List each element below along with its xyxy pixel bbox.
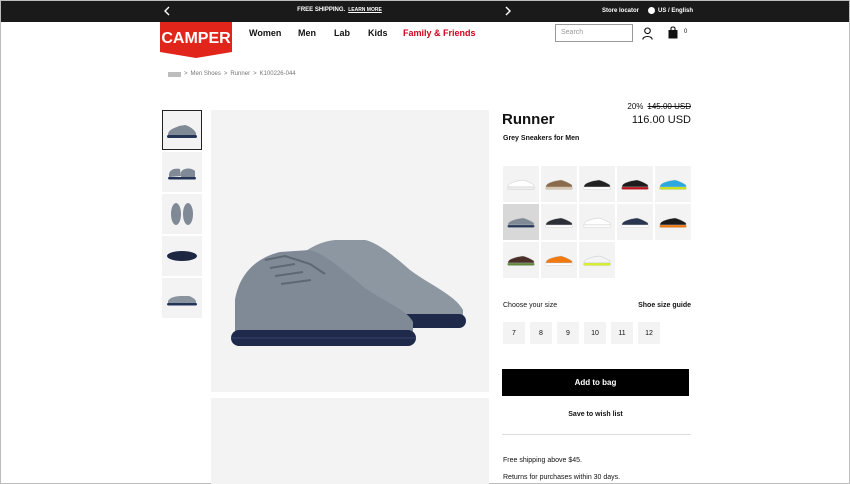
promo-message: FREE SHIPPING. LEARN MORE bbox=[231, 7, 448, 13]
language-selector[interactable]: US / English bbox=[648, 7, 693, 14]
color-swatch[interactable] bbox=[655, 204, 691, 240]
color-swatch[interactable] bbox=[655, 166, 691, 202]
thumbnail-3[interactable] bbox=[162, 194, 202, 234]
breadcrumb-men-shoes[interactable]: Men Shoes bbox=[191, 71, 221, 77]
shipping-info: Free shipping above $45. bbox=[503, 457, 582, 464]
logo-text: CAMPER bbox=[161, 30, 231, 47]
shoe-icon bbox=[507, 217, 535, 228]
shopping-bag-icon[interactable] bbox=[668, 26, 678, 39]
shoe-icon bbox=[583, 217, 611, 228]
breadcrumb-runner[interactable]: Runner bbox=[230, 71, 250, 77]
size-option-9[interactable]: 9 bbox=[557, 322, 579, 344]
breadcrumb-separator: > bbox=[253, 71, 257, 77]
add-to-bag-button[interactable]: Add to bag bbox=[502, 369, 689, 396]
shoe-icon bbox=[621, 179, 649, 190]
shoe-icon bbox=[507, 179, 535, 190]
shoe-sole-icon bbox=[167, 251, 197, 261]
nav-women[interactable]: Women bbox=[249, 28, 281, 38]
color-swatch[interactable] bbox=[503, 166, 539, 202]
current-price: 116.00 USD bbox=[631, 114, 691, 126]
grey-sneaker-image bbox=[231, 240, 466, 346]
color-swatch[interactable] bbox=[503, 204, 539, 240]
returns-info: Returns for purchases within 30 days. bbox=[503, 474, 621, 481]
search-input[interactable]: Search bbox=[555, 24, 633, 42]
size-option-7[interactable]: 7 bbox=[503, 322, 525, 344]
promo-text: FREE SHIPPING. bbox=[297, 7, 346, 13]
color-swatch[interactable] bbox=[617, 204, 653, 240]
main-product-image[interactable] bbox=[211, 110, 489, 392]
color-swatch[interactable] bbox=[541, 166, 577, 202]
color-swatch[interactable] bbox=[541, 204, 577, 240]
nav-kids[interactable]: Kids bbox=[368, 28, 388, 38]
thumbnail-1[interactable] bbox=[162, 110, 202, 150]
nav-lab[interactable]: Lab bbox=[334, 28, 350, 38]
color-swatch[interactable] bbox=[579, 166, 615, 202]
product-title: Runner bbox=[502, 111, 555, 128]
shoe-icon bbox=[659, 179, 687, 190]
breadcrumb-sku: K100226-044 bbox=[259, 71, 296, 77]
shoe-icon bbox=[621, 217, 649, 228]
color-swatch[interactable] bbox=[579, 242, 615, 278]
divider bbox=[502, 434, 691, 435]
home-icon[interactable] bbox=[168, 71, 181, 77]
old-price: 145.00 USD bbox=[647, 102, 691, 111]
globe-icon bbox=[648, 7, 655, 14]
shoe-icon bbox=[545, 179, 573, 190]
nav-men[interactable]: Men bbox=[298, 28, 316, 38]
color-swatch[interactable] bbox=[617, 166, 653, 202]
language-label: US / English bbox=[658, 7, 694, 14]
size-option-10[interactable]: 10 bbox=[584, 322, 606, 344]
chevron-right-icon[interactable] bbox=[501, 4, 515, 18]
color-swatch[interactable] bbox=[579, 204, 615, 240]
thumbnail-4[interactable] bbox=[162, 236, 202, 276]
shoe-back-icon bbox=[168, 168, 196, 180]
thumbnail-2[interactable] bbox=[162, 152, 202, 192]
breadcrumb-separator: > bbox=[184, 71, 188, 77]
size-option-8[interactable]: 8 bbox=[530, 322, 552, 344]
save-to-wish-list-link[interactable]: Save to wish list bbox=[502, 411, 689, 418]
shoe-icon bbox=[545, 255, 573, 266]
promo-bar: FREE SHIPPING. LEARN MORE Store locator U… bbox=[1, 1, 849, 22]
shoe-side-icon bbox=[167, 125, 197, 138]
shoe-icon bbox=[545, 217, 573, 228]
size-option-11[interactable]: 11 bbox=[611, 322, 633, 344]
product-subtitle: Grey Sneakers for Men bbox=[503, 135, 580, 142]
chevron-left-icon[interactable] bbox=[160, 4, 174, 18]
learn-more-link[interactable]: LEARN MORE bbox=[348, 7, 382, 13]
shoe-icon bbox=[659, 217, 687, 228]
bag-count: 0 bbox=[684, 29, 688, 35]
store-locator-link[interactable]: Store locator bbox=[602, 8, 639, 14]
shoe-icon bbox=[507, 255, 535, 266]
thumbnail-5[interactable] bbox=[162, 278, 202, 318]
breadcrumb: > Men Shoes > Runner > K100226-044 bbox=[168, 71, 296, 77]
discount-badge: 20% bbox=[627, 102, 644, 111]
user-icon[interactable] bbox=[642, 27, 653, 40]
secondary-product-image[interactable] bbox=[211, 398, 489, 484]
color-swatch[interactable] bbox=[541, 242, 577, 278]
shoe-icon bbox=[583, 179, 611, 190]
color-swatch[interactable] bbox=[503, 242, 539, 278]
camper-logo[interactable]: CAMPER bbox=[160, 22, 232, 58]
shoe-icon bbox=[583, 255, 611, 266]
size-option-12[interactable]: 12 bbox=[638, 322, 660, 344]
size-guide-link[interactable]: Shoe size guide bbox=[638, 302, 691, 309]
breadcrumb-separator: > bbox=[223, 71, 228, 77]
size-label: Choose your size bbox=[503, 302, 558, 309]
nav-family-friends[interactable]: Family & Friends bbox=[403, 28, 476, 38]
price-original-row: 20% 145.00 USD bbox=[627, 102, 691, 111]
shoe-top-icon bbox=[171, 203, 193, 225]
shoe-side-icon bbox=[167, 296, 197, 306]
